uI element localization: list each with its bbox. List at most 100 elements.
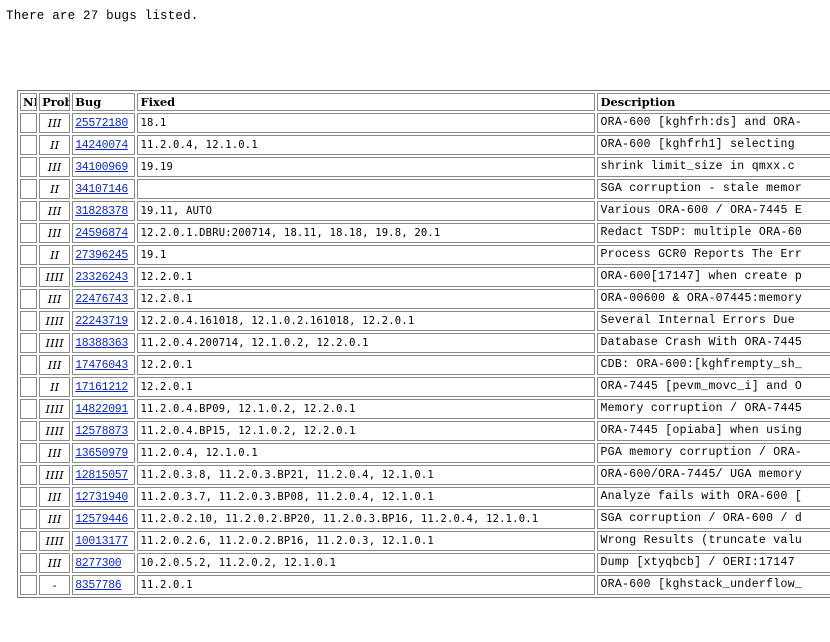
table-row: III 24596874 12.2.0.1.DBRU:200714, 18.11, … xyxy=(20,223,830,243)
fixed-versions-cell: 11.2.0.1 xyxy=(137,575,596,595)
bug-link[interactable]: 12578873 xyxy=(75,425,128,438)
fixed-versions-cell: 12.2.0.1 xyxy=(137,289,596,309)
fixed-versions-cell: 19.11, AUTO xyxy=(137,201,596,221)
description-cell: ORA-600/ORA-7445/ UGA memory xyxy=(597,465,830,485)
bug-link[interactable]: 25572180 xyxy=(75,117,128,130)
bug-link[interactable]: 14822091 xyxy=(75,403,128,416)
table-row: III 22476743 12.2.0.1 ORA-00600 & ORA-07445… xyxy=(20,289,830,309)
fixed-versions-cell: 18.1 xyxy=(137,113,596,133)
bug-cell: 17476043 xyxy=(72,355,136,375)
bug-cell: 12731940 xyxy=(72,487,136,507)
nb-cell xyxy=(20,443,38,463)
bug-link[interactable]: 24596874 xyxy=(75,227,128,240)
fixed-versions-cell: 11.2.0.4, 12.1.0.1 xyxy=(137,135,596,155)
priority-cell: II xyxy=(39,179,71,199)
table-row: II 14240074 11.2.0.4, 12.1.0.1 ORA-600 [kgh… xyxy=(20,135,830,155)
table-row: IIII 18388363 11.2.0.4.200714, 12.1.0.2, 1… xyxy=(20,333,830,353)
priority-cell: III xyxy=(39,113,71,133)
bug-table-body: III 25572180 18.1 ORA-600 [kghfrh:ds] and O… xyxy=(20,113,830,595)
table-row: III 31828378 19.11, AUTO Various ORA-600 / … xyxy=(20,201,830,221)
priority-cell: II xyxy=(39,135,71,155)
priority-cell: III xyxy=(39,157,71,177)
bug-link[interactable]: 13650979 xyxy=(75,447,128,460)
table-row: III 25572180 18.1 ORA-600 [kghfrh:ds] and O… xyxy=(20,113,830,133)
fixed-versions-cell: 12.2.0.1 xyxy=(137,377,596,397)
fixed-versions-cell: 11.2.0.2.10, 11.2.0.2.BP20, 11.2.0.3.BP1… xyxy=(137,509,596,529)
description-cell: Several Internal Errors Due xyxy=(597,311,830,331)
priority-cell: IIII xyxy=(39,333,71,353)
description-cell: Analyze fails with ORA-600 [ xyxy=(597,487,830,507)
description-cell: Process GCR0 Reports The Err xyxy=(597,245,830,265)
table-row: IIII 23326243 12.2.0.1 ORA-600[17147] when … xyxy=(20,267,830,287)
column-header-description: Description xyxy=(597,93,830,111)
table-row: IIII 14822091 11.2.0.4.BP09, 12.1.0.2, 12.… xyxy=(20,399,830,419)
bug-cell: 22243719 xyxy=(72,311,136,331)
table-row: III 13650979 11.2.0.4, 12.1.0.1 PGA memory … xyxy=(20,443,830,463)
priority-cell: III xyxy=(39,509,71,529)
table-row: II 27396245 19.1 Process GCR0 Reports The E… xyxy=(20,245,830,265)
fixed-versions-cell: 11.2.0.3.7, 11.2.0.3.BP08, 11.2.0.4, 12.… xyxy=(137,487,596,507)
description-cell: ORA-7445 [opiaba] when using xyxy=(597,421,830,441)
bug-link[interactable]: 17476043 xyxy=(75,359,128,372)
priority-cell: IIII xyxy=(39,531,71,551)
bug-link[interactable]: 22476743 xyxy=(75,293,128,306)
priority-cell: IIII xyxy=(39,267,71,287)
fixed-versions-cell: 19.1 xyxy=(137,245,596,265)
priority-cell: III xyxy=(39,223,71,243)
bug-link[interactable]: 27396245 xyxy=(75,249,128,262)
bug-cell: 24596874 xyxy=(72,223,136,243)
fixed-versions-cell: 11.2.0.4.BP15, 12.1.0.2, 12.2.0.1 xyxy=(137,421,596,441)
bug-link[interactable]: 22243719 xyxy=(75,315,128,328)
priority-cell: IIII xyxy=(39,465,71,485)
bug-cell: 14822091 xyxy=(72,399,136,419)
fixed-versions-cell: 11.2.0.4.BP09, 12.1.0.2, 12.2.0.1 xyxy=(137,399,596,419)
column-header-fixed: Fixed xyxy=(137,93,596,111)
description-cell: SGA corruption / ORA-600 / d xyxy=(597,509,830,529)
bug-cell: 22476743 xyxy=(72,289,136,309)
bug-link[interactable]: 12815057 xyxy=(75,469,128,482)
bug-count-summary: There are 27 bugs listed. xyxy=(6,9,199,23)
table-row: -8357786 11.2.0.1 ORA-600 [kghstack_underf… xyxy=(20,575,830,595)
bug-link[interactable]: 18388363 xyxy=(75,337,128,350)
bug-link[interactable]: 34107146 xyxy=(75,183,128,196)
bug-link[interactable]: 10013177 xyxy=(75,535,128,548)
column-header-bug: Bug xyxy=(72,93,136,111)
fixed-versions-cell: 10.2.0.5.2, 11.2.0.2, 12.1.0.1 xyxy=(137,553,596,573)
table-row: III 12731940 11.2.0.3.7, 11.2.0.3.BP08, 11… xyxy=(20,487,830,507)
bug-link[interactable]: 23326243 xyxy=(75,271,128,284)
nb-cell xyxy=(20,355,38,375)
bug-link[interactable]: 34100969 xyxy=(75,161,128,174)
priority-cell: III xyxy=(39,487,71,507)
description-cell: Redact TSDP: multiple ORA-60 xyxy=(597,223,830,243)
bug-link[interactable]: 8277300 xyxy=(75,557,122,570)
bug-link[interactable]: 17161212 xyxy=(75,381,128,394)
description-cell: Database Crash With ORA-7445 xyxy=(597,333,830,353)
bug-link[interactable]: 12731940 xyxy=(75,491,128,504)
table-row: III 12579446 11.2.0.2.10, 11.2.0.2.BP20, 1… xyxy=(20,509,830,529)
bug-link[interactable]: 12579446 xyxy=(75,513,128,526)
bug-cell: 34100969 xyxy=(72,157,136,177)
bug-link[interactable]: 14240074 xyxy=(75,139,128,152)
column-header-nb: NB xyxy=(20,93,38,111)
bug-cell: 18388363 xyxy=(72,333,136,353)
fixed-versions-cell: 11.2.0.3.8, 11.2.0.3.BP21, 11.2.0.4, 12.… xyxy=(137,465,596,485)
priority-cell: III xyxy=(39,355,71,375)
bug-link[interactable]: 8357786 xyxy=(75,579,122,592)
description-cell: CDB: ORA-600:[kghfrempty_sh_ xyxy=(597,355,830,375)
bug-table-container[interactable]: NB Prob Bug Fixed Description III 2557218… xyxy=(17,90,830,642)
bug-cell: 12579446 xyxy=(72,509,136,529)
nb-cell xyxy=(20,421,38,441)
bug-cell: 12815057 xyxy=(72,465,136,485)
nb-cell xyxy=(20,135,38,155)
description-cell: Memory corruption / ORA-7445 xyxy=(597,399,830,419)
bug-link[interactable]: 31828378 xyxy=(75,205,128,218)
nb-cell xyxy=(20,311,38,331)
fixed-versions-cell: 12.2.0.4.161018, 12.1.0.2.161018, 12.2.0… xyxy=(137,311,596,331)
fixed-versions-cell: 12.2.0.1 xyxy=(137,267,596,287)
table-row: IIII 10013177 11.2.0.2.6, 11.2.0.2.BP16, 1… xyxy=(20,531,830,551)
bug-cell: 27396245 xyxy=(72,245,136,265)
nb-cell xyxy=(20,267,38,287)
fixed-versions-cell xyxy=(137,179,596,199)
fixed-versions-cell: 11.2.0.2.6, 11.2.0.2.BP16, 11.2.0.3, 12.… xyxy=(137,531,596,551)
bug-cell: 25572180 xyxy=(72,113,136,133)
